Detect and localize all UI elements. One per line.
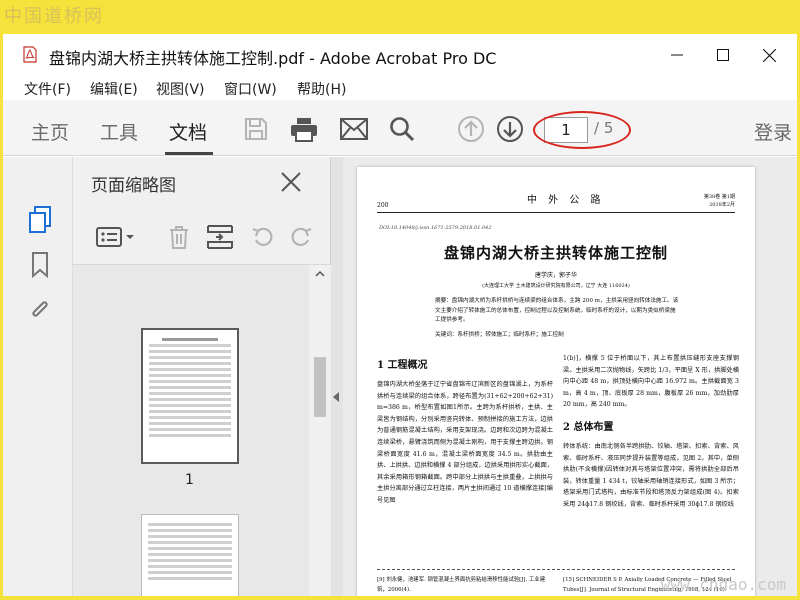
print-button[interactable] <box>289 114 319 144</box>
header-page-number: 200 <box>377 202 389 209</box>
main-toolbar: 主页 工具 文档 1 / 5 登录 <box>3 100 797 156</box>
page-header: 200 中 外 公 路 第38卷 第1期 2018年2月 <box>377 187 735 213</box>
close-icon <box>762 48 776 62</box>
watermark-bottom: www.cndao.com <box>660 575 786 594</box>
panel-title: 页面缩略图 <box>91 176 176 196</box>
paper-title: 盘锦内湖大桥主拱转体施工控制 <box>443 244 668 262</box>
references-divider <box>377 569 735 570</box>
tab-tools[interactable]: 工具 <box>100 118 138 145</box>
active-tab-indicator <box>165 152 213 155</box>
close-button[interactable] <box>746 40 792 70</box>
doi: DOI:10.14048/j.issn.1671-2579.2018.01.04… <box>379 225 492 231</box>
scroll-up-arrow-icon[interactable] <box>309 267 331 281</box>
scrollbar-thumb[interactable] <box>314 357 326 417</box>
tab-document[interactable]: 文档 <box>169 118 207 145</box>
title-bar: 盘锦内湖大桥主拱转体施工控制.pdf - Adobe Acrobat Pro D… <box>3 34 797 74</box>
panel-splitter[interactable] <box>331 157 343 596</box>
pdf-page: 200 中 外 公 路 第38卷 第1期 2018年2月 DOI:10.1404… <box>357 167 755 596</box>
journal-name: 中 外 公 路 <box>527 195 605 206</box>
print-icon <box>291 118 317 142</box>
copy-pages-icon <box>29 206 51 233</box>
login-link[interactable]: 登录 <box>754 118 792 145</box>
email-button[interactable] <box>339 114 369 144</box>
thumbnails-panel: 页面缩略图 1 <box>73 157 331 596</box>
paperclip-icon <box>32 301 48 317</box>
right-column: 1(b)]，横撑 5 位于桥面以下，其上布置拱压缝形支座支撑钢梁。主拱采用二次抛… <box>563 353 739 511</box>
rotate-right-button[interactable] <box>287 223 315 251</box>
page-thumbnail-1[interactable] <box>141 328 239 464</box>
prev-page-button[interactable] <box>456 114 486 144</box>
close-panel-icon[interactable] <box>278 169 304 195</box>
arrow-down-circle-icon <box>497 116 523 142</box>
collapse-arrow-icon[interactable] <box>333 392 339 402</box>
rotate-right-icon <box>291 227 312 247</box>
arrow-up-circle-icon <box>458 116 484 142</box>
trash-icon <box>170 226 188 249</box>
volume-line-1: 第38卷 第1期 <box>703 194 735 200</box>
insert-pages-icon <box>207 225 233 249</box>
window-title: 盘锦内湖大桥主拱转体施工控制.pdf - Adobe Acrobat Pro D… <box>49 49 497 68</box>
maximize-icon <box>717 49 729 61</box>
section-1-heading: 1 工程概况 <box>377 360 428 371</box>
bookmark-icon <box>32 252 48 278</box>
section-1-body: 盘锦内湖大桥坐落于辽宁省盘锦市辽滨新区的盘锦湖上，为系杆拱桥与连续梁的组合体系，… <box>377 381 553 504</box>
section-1-continued: 1(b)]，横撑 5 位于桥面以下，其上布置拱压缝形支座支撑钢梁。主拱采用二次抛… <box>563 355 739 409</box>
rotate-left-icon <box>252 227 273 247</box>
paper-authors: 唐学庆，郭子华 <box>534 272 577 279</box>
section-2-heading: 2 总体布置 <box>563 421 614 433</box>
paper-abstract: 摘要：盘锦内湖大桥为系杆拱桥与连续梁的组合体系，主跨 200 m，主拱采用竖向转… <box>435 298 679 323</box>
search-button[interactable] <box>387 114 417 144</box>
thumbnail-tools <box>73 209 331 265</box>
journal-volume: 第38卷 第1期 2018年2月 <box>704 193 735 209</box>
watermark-top: 中国道桥网 <box>4 6 104 27</box>
minimize-icon <box>671 54 683 56</box>
menu-view[interactable]: 视图(V) <box>156 79 205 99</box>
search-icon <box>390 117 415 142</box>
document-view[interactable]: 200 中 外 公 路 第38卷 第1期 2018年2月 DOI:10.1404… <box>343 157 797 596</box>
left-column: 1 工程概况 盘锦内湖大桥坐落于辽宁省盘锦市辽滨新区的盘锦湖上，为系杆拱桥与连续… <box>377 355 553 507</box>
pdf-file-icon <box>23 46 37 63</box>
section-2-body: 转体系统：由南北侧各半跨拱肋、铰轴、塔架、扣索、背索、风索、临时系杆、液压同步提… <box>563 442 739 508</box>
thumbnail-page-number: 1 <box>185 472 194 488</box>
menu-bar: 文件(F) 编辑(E) 视图(V) 窗口(W) 帮助(H) <box>3 74 797 100</box>
page-highlight-annotation <box>533 111 631 149</box>
bookmarks-toggle[interactable] <box>27 250 53 280</box>
page-thumbnails-toggle[interactable] <box>27 205 53 235</box>
menu-edit[interactable]: 编辑(E) <box>90 79 138 99</box>
tab-home[interactable]: 主页 <box>31 118 69 145</box>
thumbnail-options-button[interactable] <box>93 223 137 251</box>
minimize-button[interactable] <box>654 40 700 70</box>
maximize-button[interactable] <box>700 40 746 70</box>
paper-affiliation: (大连理工大学 土木建筑设计研究院有限公司，辽宁 大连 116024) <box>482 283 630 289</box>
menu-help[interactable]: 帮助(H) <box>297 79 346 99</box>
save-button[interactable] <box>241 114 271 144</box>
page-thumbnail-2[interactable] <box>141 514 239 596</box>
left-rail <box>3 157 73 596</box>
references-left: [9] 刘永健，池建军. 钢管混凝土界面抗剪粘结滑移性能试验[J]. 工业建筑，… <box>377 577 546 593</box>
volume-line-2: 2018年2月 <box>709 202 735 208</box>
options-menu-icon <box>96 227 134 247</box>
thumbnail-scrollbar[interactable] <box>309 265 331 596</box>
save-icon <box>245 118 267 140</box>
insert-pages-button[interactable] <box>205 223 235 251</box>
thumbnail-list: 1 <box>73 265 309 596</box>
email-icon <box>340 118 368 140</box>
menu-window[interactable]: 窗口(W) <box>224 79 277 99</box>
paper-keywords: 关键词：系杆拱桥；转体施工；临时系杆；施工控制 <box>435 332 564 338</box>
rotate-left-button[interactable] <box>249 223 277 251</box>
delete-pages-button[interactable] <box>165 223 193 251</box>
attachments-toggle[interactable] <box>27 295 53 325</box>
menu-file[interactable]: 文件(F) <box>24 79 71 99</box>
acrobat-window: 盘锦内湖大桥主拱转体施工控制.pdf - Adobe Acrobat Pro D… <box>3 34 797 596</box>
next-page-button[interactable] <box>495 114 525 144</box>
